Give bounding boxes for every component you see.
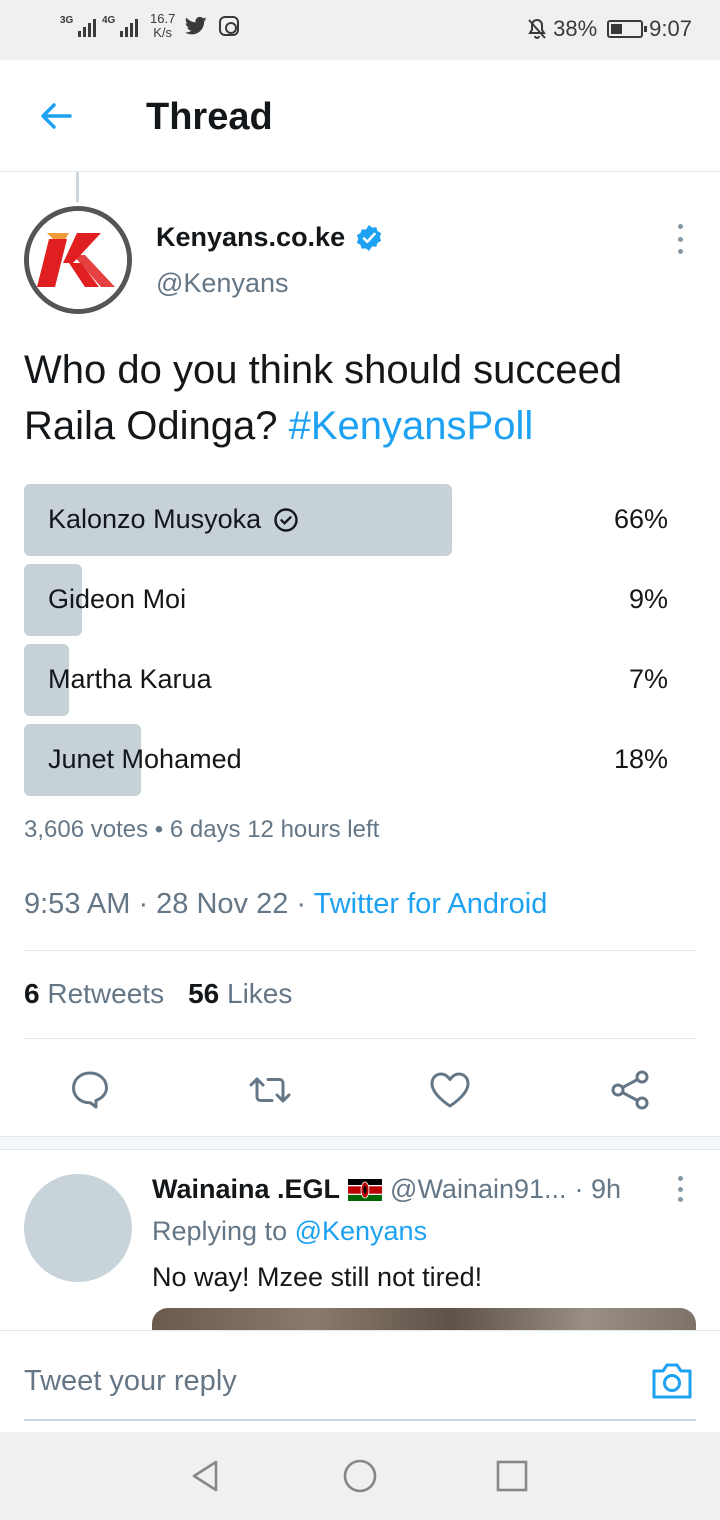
network-speed: 16.7 K/s: [150, 12, 175, 40]
camera-icon[interactable]: [650, 1361, 694, 1401]
author-name[interactable]: Kenyans.co.ke: [156, 222, 383, 253]
author-handle[interactable]: @Kenyans: [156, 268, 288, 299]
instagram-icon: [219, 16, 240, 36]
more-options-icon[interactable]: [670, 1176, 690, 1202]
tweet-timestamp: 9:53 AM · 28 Nov 22 · Twitter for Androi…: [24, 888, 547, 921]
clock: 9:07: [649, 16, 692, 41]
page-title: Thread: [146, 96, 273, 138]
battery-percent: 38%: [553, 16, 598, 41]
tweet-text: Who do you think should succeed Raila Od…: [24, 342, 704, 454]
poll-option-text: Kalonzo Musyoka: [48, 504, 262, 534]
reply-text: No way! Mzee still not tired!: [152, 1262, 483, 1292]
signal-icon: 3G: [60, 15, 96, 37]
battery-icon: [607, 20, 648, 38]
status-right: 38% 9:07: [527, 16, 692, 42]
retweets-stat[interactable]: 6 Retweets: [24, 978, 164, 1010]
author-avatar[interactable]: [24, 206, 132, 314]
poll-option-percent: 9%: [628, 584, 668, 614]
kenyans-logo: [29, 211, 127, 309]
nav-back-icon[interactable]: [188, 1458, 224, 1494]
reply-avatar[interactable]: [24, 1174, 132, 1282]
reply-compose-bar: [0, 1330, 720, 1432]
network-type-label: 4G: [102, 15, 116, 26]
divider: [24, 1038, 696, 1039]
like-heart-icon[interactable]: [426, 1066, 474, 1114]
kenya-flag-icon: [348, 1178, 383, 1201]
app-header: Thread: [0, 60, 720, 172]
twitter-icon: [185, 16, 207, 35]
replying-to-link[interactable]: @Kenyans: [295, 1216, 427, 1246]
poll-option-text: Junet Mohamed: [48, 744, 242, 774]
section-separator: [0, 1136, 720, 1150]
divider: [24, 950, 696, 951]
speed-unit: K/s: [153, 25, 173, 40]
thread-connector: [76, 172, 79, 202]
check-circle-icon: [274, 507, 298, 532]
status-bar: 3G 4G 16.7 K/s 38% 9:07: [0, 0, 720, 60]
poll-option-label: Kalonzo Musyoka: [48, 504, 299, 535]
nav-recents-icon[interactable]: [494, 1458, 530, 1494]
poll-option: Martha Karua 7%: [24, 644, 672, 716]
poll-option: Gideon Moi 9%: [24, 564, 672, 636]
tweet-source-link[interactable]: Twitter for Android: [314, 888, 548, 920]
share-icon[interactable]: [606, 1066, 654, 1114]
reply-author-handle[interactable]: @Wainain91...: [390, 1174, 567, 1205]
poll-option-text: Martha Karua: [48, 664, 212, 694]
likes-count: 56: [188, 978, 220, 1009]
speed-value: 16.7: [150, 11, 176, 26]
poll-meta: 3,606 votes • 6 days 12 hours left: [24, 816, 380, 843]
reply-input[interactable]: [24, 1361, 624, 1401]
reply-time: · 9h: [574, 1174, 622, 1204]
tweet-action-bar: [0, 1060, 720, 1120]
replying-prefix: Replying to: [152, 1216, 295, 1246]
system-nav-bar: [0, 1432, 720, 1520]
poll-option-label: Junet Mohamed: [48, 744, 242, 775]
poll-option: Kalonzo Musyoka 66%: [24, 484, 672, 556]
reply-header: Wainaina .EGL @Wainain91... · 9h: [152, 1174, 621, 1205]
poll-option-percent: 66%: [613, 504, 668, 534]
hashtag-link[interactable]: #KenyansPoll: [289, 404, 534, 448]
network-type-label: 3G: [60, 15, 74, 26]
battery-level: [611, 24, 623, 34]
retweets-label: Retweets: [47, 978, 165, 1009]
poll-option-text: Gideon Moi: [48, 584, 187, 614]
retweets-count: 6: [24, 978, 40, 1009]
signal-icon: 4G: [102, 15, 138, 37]
mute-icon: [528, 18, 546, 40]
likes-stat[interactable]: 56 Likes: [188, 978, 292, 1010]
retweet-icon[interactable]: [246, 1066, 294, 1114]
back-arrow-icon[interactable]: [36, 96, 76, 136]
author-name-text: Kenyans.co.ke: [156, 222, 346, 252]
reply-icon[interactable]: [66, 1066, 114, 1114]
verified-badge-icon: [356, 224, 382, 251]
input-underline: [24, 1419, 696, 1421]
reply-author-name[interactable]: Wainaina .EGL: [152, 1174, 340, 1205]
poll-option-percent: 7%: [628, 664, 668, 694]
more-options-icon[interactable]: [670, 224, 690, 254]
likes-label: Likes: [227, 978, 293, 1009]
tweet-time: 9:53 AM · 28 Nov 22 ·: [24, 888, 314, 920]
poll-option-label: Gideon Moi: [48, 584, 186, 615]
status-left: 3G 4G 16.7 K/s: [60, 12, 240, 40]
replying-to: Replying to @Kenyans: [152, 1216, 427, 1247]
nav-home-icon[interactable]: [342, 1458, 378, 1494]
poll: Kalonzo Musyoka 66% Gideon Moi 9% Martha…: [24, 484, 672, 804]
tweet-stats: 6 Retweets 56 Likes: [24, 978, 292, 1010]
poll-option: Junet Mohamed 18%: [24, 724, 672, 796]
poll-option-percent: 18%: [613, 744, 668, 774]
poll-option-label: Martha Karua: [48, 664, 212, 695]
reply-media-image[interactable]: [152, 1308, 696, 1330]
